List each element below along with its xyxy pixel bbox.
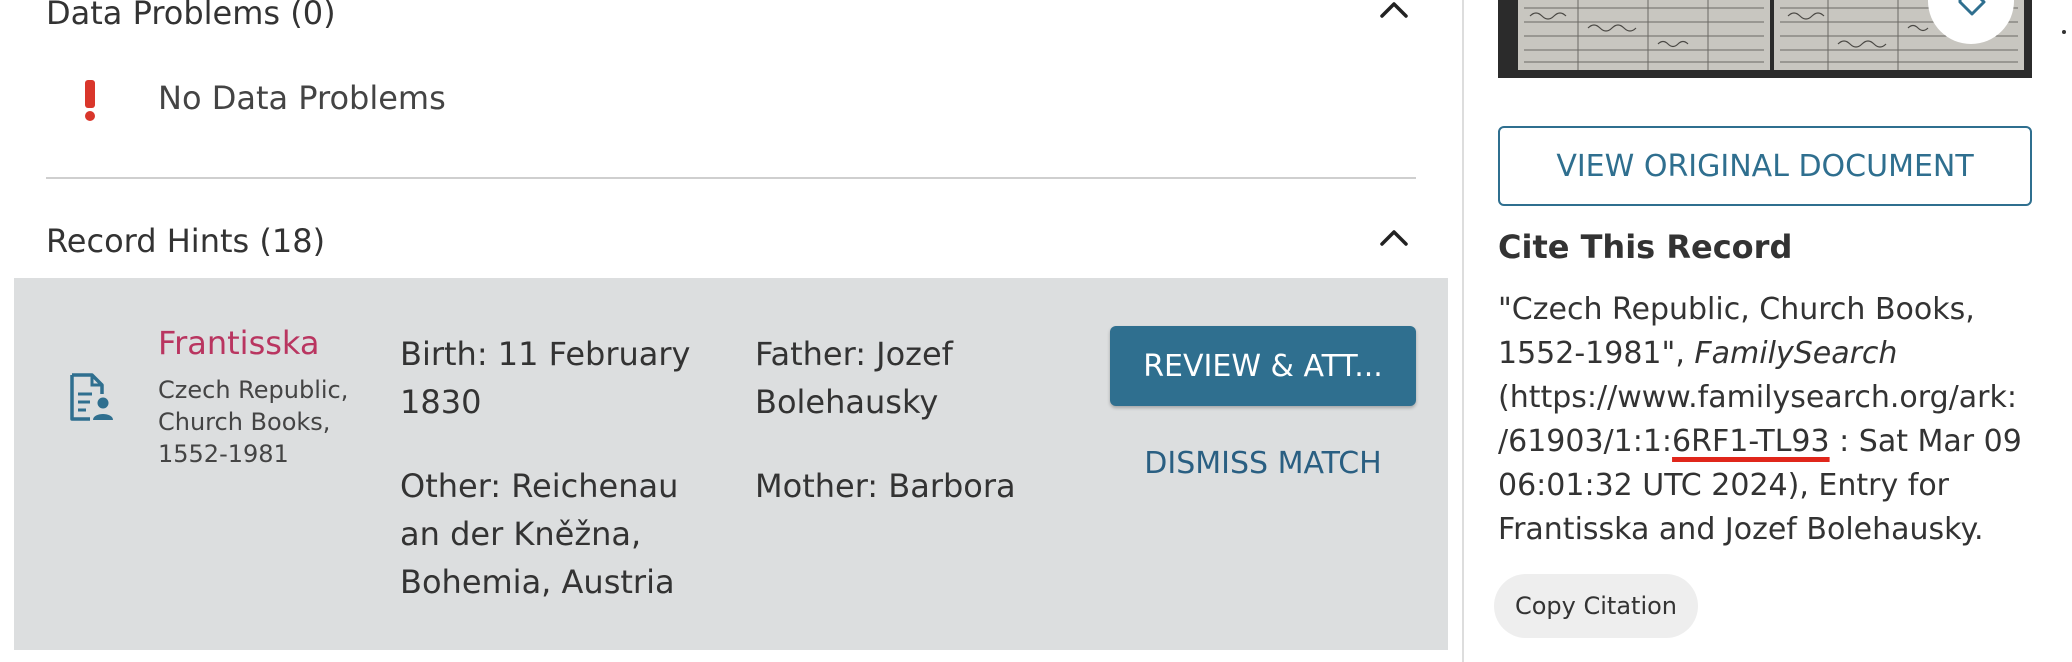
- record-hint-card: Frantisska Czech Republic, Church Books,…: [14, 278, 1448, 650]
- citation-line-5: 06:01:32 UTC 2024), Entry for: [1498, 468, 1950, 503]
- view-original-document-button[interactable]: VIEW ORIGINAL DOCUMENT: [1498, 126, 2032, 206]
- hint-father-fact: Father: Jozef Bolehausky: [755, 335, 953, 421]
- copy-citation-button[interactable]: Copy Citation: [1494, 574, 1698, 638]
- exclamation-icon: [85, 80, 95, 121]
- citation-line-1: "Czech Republic, Church Books,: [1498, 292, 1975, 327]
- collapse-record-hints-button[interactable]: [1372, 216, 1416, 260]
- section-divider: [46, 177, 1416, 179]
- hint-mother-fact: Mother: Barbora: [755, 467, 1016, 505]
- citation-line: /61903/1:1:6RF1-TL93 : Sat Mar 09: [1498, 420, 2038, 464]
- hint-collection-name: Czech Republic, Church Books, 1552-1981: [158, 376, 349, 468]
- hint-person-name-link[interactable]: Frantisska: [158, 324, 319, 362]
- dismiss-match-button[interactable]: DISMISS MATCH: [1110, 438, 1416, 488]
- collapse-data-problems-button[interactable]: [1372, 0, 1416, 32]
- hint-birth-fact: Birth: 11 February 1830: [400, 335, 691, 421]
- record-hints-header[interactable]: Record Hints (18): [46, 216, 1416, 266]
- review-attach-button[interactable]: REVIEW & ATT...: [1110, 326, 1416, 406]
- page: Data Problems (0) No Data Problems Recor…: [0, 0, 2072, 662]
- hint-other-fact: Other: Reichenau an der Kněžna, Bohemia,…: [400, 467, 679, 601]
- citation-url-path: /61903/1:1:: [1498, 424, 1673, 459]
- no-data-problems-text: No Data Problems: [158, 79, 446, 117]
- record-sidebar: VIEW ORIGINAL DOCUMENT Cite This Record …: [1464, 0, 2072, 662]
- citation-line-2: 1552-1981",: [1498, 336, 1695, 371]
- citation-date-part: : Sat Mar 09: [1829, 424, 2022, 459]
- edge-marker: [2062, 30, 2066, 34]
- citation-site-name: FamilySearch: [1694, 336, 1898, 371]
- main-panel: Data Problems (0) No Data Problems Recor…: [0, 0, 1462, 662]
- no-data-problems-row: No Data Problems: [46, 76, 946, 124]
- citation-url-part: (https://www.familysearch.org/ark:: [1498, 380, 2017, 415]
- record-hints-title: Record Hints (18): [46, 222, 326, 260]
- citation-line: 06:01:32 UTC 2024), Entry for: [1498, 464, 2038, 508]
- data-problems-title: Data Problems (0): [46, 0, 336, 32]
- tag-icon: [1958, 0, 1986, 16]
- cite-this-record-heading: Cite This Record: [1498, 228, 1793, 266]
- citation-line: Frantisska and Jozef Bolehausky.: [1498, 508, 2038, 552]
- citation-line: (https://www.familysearch.org/ark:: [1498, 376, 2038, 420]
- citation-line-6: Frantisska and Jozef Bolehausky.: [1498, 512, 1984, 547]
- chevron-up-icon: [1380, 2, 1408, 18]
- citation-record-id: 6RF1-TL93: [1672, 424, 1830, 459]
- document-person-icon: [70, 373, 113, 421]
- citation-text: "Czech Republic, Church Books, 1552-1981…: [1498, 288, 2038, 552]
- data-problems-header[interactable]: Data Problems (0): [46, 0, 1416, 38]
- citation-line: "Czech Republic, Church Books,: [1498, 288, 2038, 332]
- chevron-up-icon: [1380, 230, 1408, 246]
- document-thumbnail[interactable]: [1498, 0, 2032, 78]
- citation-line: 1552-1981", FamilySearch: [1498, 332, 2038, 376]
